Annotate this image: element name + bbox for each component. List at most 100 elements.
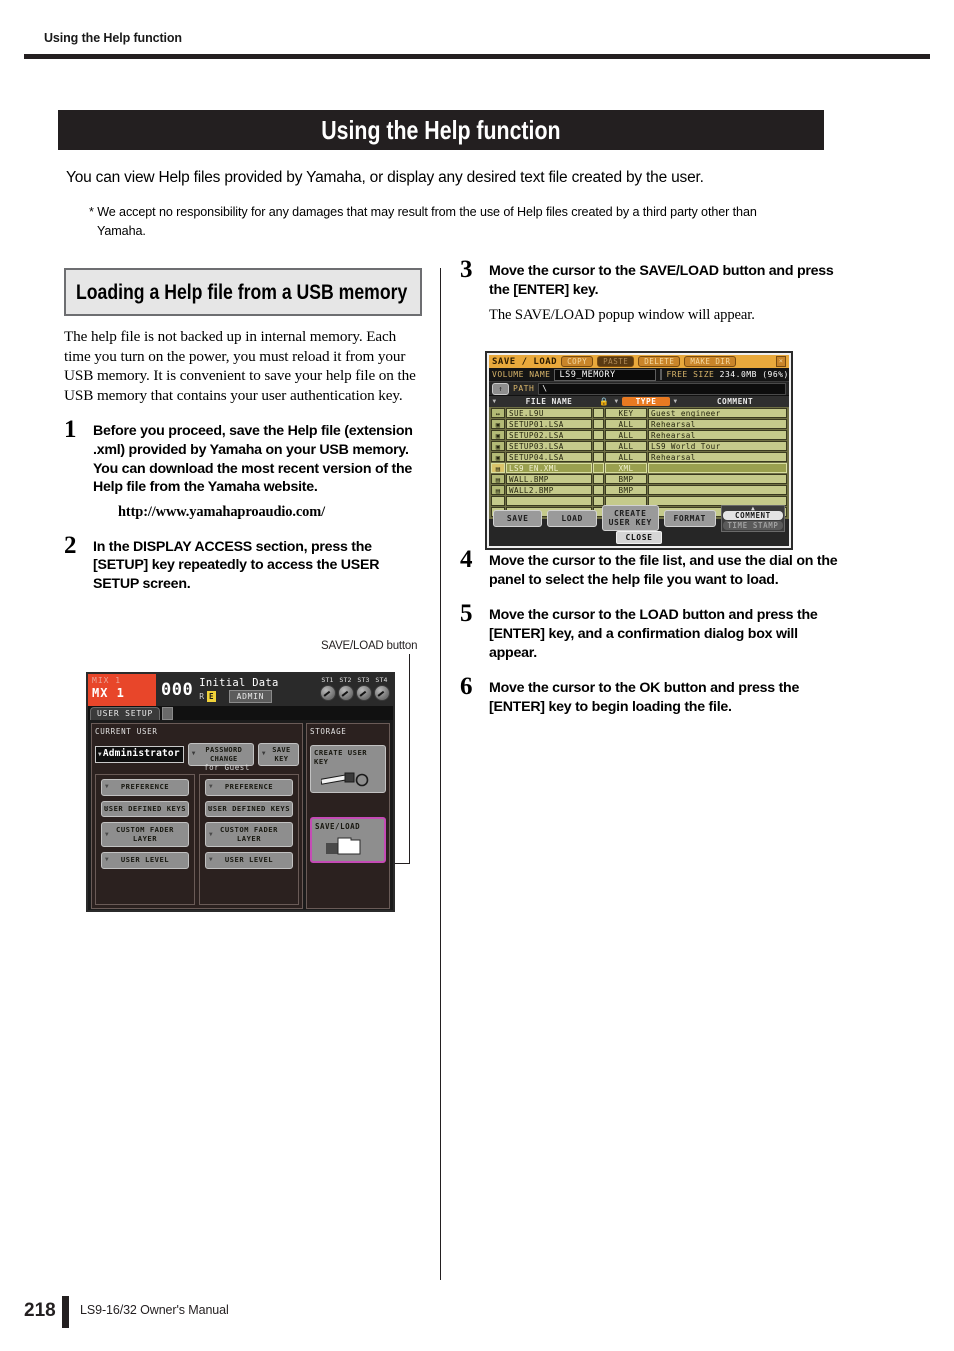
file-type: ALL [605,419,647,429]
current-user-name: Administrator [102,748,180,759]
file-lock[interactable] [593,452,604,462]
knob-st1[interactable]: ST1 [320,676,336,706]
delete-button[interactable]: DELETE [638,356,681,367]
table-row[interactable]: ▣ SETUP01.LSA ALL Rehearsal [491,419,787,429]
guest-user-defined-keys-button[interactable]: ▼ USER DEFINED KEYS [205,800,293,817]
sort-caret-icon[interactable]: ▼ [611,398,622,405]
save-key-button[interactable]: ▼ SAVE KEY [257,743,299,766]
sort-caret-icon[interactable]: ▼ [670,398,681,405]
close-icon[interactable]: × [775,356,786,367]
file-type-icon: ↔ [491,408,505,418]
button-label: CUSTOM FADER LAYER [116,825,174,843]
chevron-down-icon: ▼ [98,751,102,758]
file-comment: Guest engineer [648,408,787,418]
col-comment[interactable]: COMMENT [681,397,789,406]
chevron-up-icon: ▲ [751,504,755,512]
create-user-key-button[interactable]: CREATE USER KEY [310,745,386,793]
save-load-button[interactable]: SAVE/LOAD [310,817,386,863]
admin-custom-fader-layer-button[interactable]: ▼ CUSTOM FADER LAYER [101,822,189,847]
file-name: SUE.L9U [506,408,592,418]
scene-flags: R E ADMIN [199,690,278,703]
format-button[interactable]: FORMAT [663,509,716,527]
file-type-icon: ▣ [491,430,505,440]
table-row[interactable]: ▤ WALL.BMP BMP [491,474,787,484]
guest-preference-button[interactable]: ▼ PREFERENCE [205,779,293,796]
file-lock[interactable] [593,430,604,440]
load-button[interactable]: LOAD [547,509,597,527]
admin-user-level-button[interactable]: ▼ USER LEVEL [101,852,189,869]
lcd-tab-row: USER SETUP [88,706,393,720]
chevron-down-icon: ▼ [209,830,214,838]
table-row[interactable]: ▤ WALL2.BMP BMP [491,485,787,495]
current-user-field[interactable]: ▼Administrator [95,746,184,763]
button-label: CUSTOM FADER LAYER [220,825,278,843]
copy-button[interactable]: COPY [561,356,594,367]
callout-leader-vertical [409,654,410,864]
step-6: 6 Move the cursor to the OK button and p… [460,674,840,716]
step-5: 5 Move the cursor to the LOAD button and… [460,601,840,662]
paste-button[interactable]: PASTE [597,356,635,367]
close-button[interactable]: CLOSE [616,531,662,544]
col-type[interactable]: TYPE [622,397,670,406]
knob-st2[interactable]: ST2 [338,676,354,706]
table-row[interactable]: ▣ SETUP04.LSA ALL Rehearsal [491,452,787,462]
file-type-icon: ▣ [491,452,505,462]
file-comment [648,474,787,484]
guest-user-level-button[interactable]: ▼ USER LEVEL [205,852,293,869]
file-type-icon: ▤ [491,485,505,495]
scene-recall-flag: R [199,692,205,701]
make-dir-button[interactable]: MAKE DIR [684,356,737,367]
file-type: BMP [605,485,647,495]
section-heading-box: Loading a Help file from a USB memory [64,268,422,316]
stereo-knobs: ST1 ST2 ST3 ST4 [318,674,393,706]
table-row[interactable]: ▣ SETUP02.LSA ALL Rehearsal [491,430,787,440]
file-comment [648,485,787,495]
parent-dir-icon[interactable]: ↑ [492,382,509,395]
admin-settings-column: ▼ PREFERENCE ▼ USER DEFINED KEYS ▼ CUSTO… [95,774,195,905]
scene-area: 000 Initial Data R E ADMIN [156,674,318,706]
knob-st3[interactable]: ST3 [356,676,372,706]
admin-preference-button[interactable]: ▼ PREFERENCE [101,779,189,796]
file-comment: Rehearsal [648,452,787,462]
file-list[interactable]: ↔ SUE.L9U KEY Guest engineer ▣ SETUP01.L… [489,407,789,519]
current-user-title: CURRENT USER [95,727,158,736]
table-row-selected[interactable]: ▤ LS9_EN.XML XML [491,463,787,473]
file-lock[interactable] [593,441,604,451]
comment-option[interactable]: COMMENT [722,510,783,520]
knob-st4[interactable]: ST4 [374,676,390,706]
lock-icon[interactable]: 🔒 [598,397,611,406]
file-comment: Rehearsal [648,430,787,440]
file-name: SETUP03.LSA [506,441,592,451]
file-type-icon: ▣ [491,419,505,429]
chevron-down-icon: ▼ [191,750,196,758]
folder-icon [326,837,361,855]
save-load-popup-image: SAVE / LOAD COPY PASTE DELETE MAKE DIR ×… [485,351,793,550]
file-type-icon: ▣ [491,441,505,451]
table-row[interactable]: ▣ SETUP03.LSA ALL LS9 World Tour [491,441,787,451]
knob-dial-icon [356,685,372,701]
col-file-name[interactable]: FILE NAME [500,397,598,406]
file-lock[interactable] [593,474,604,484]
volume-name-value[interactable]: LS9_MEMORY [554,368,657,381]
volume-name-label: VOLUME NAME [492,370,551,379]
file-lock[interactable] [593,419,604,429]
step-number: 1 [64,416,77,444]
save-button[interactable]: SAVE [493,509,543,527]
file-comment: Rehearsal [648,419,787,429]
file-name [506,496,592,506]
file-type: XML [605,463,647,473]
step-text: Before you proceed, save the Help file (… [93,423,413,496]
file-lock[interactable] [593,485,604,495]
guest-settings-column: for Guest ▼ PREFERENCE ▼ USER DEFINED KE… [199,763,299,905]
file-lock[interactable] [593,463,604,473]
admin-user-defined-keys-button[interactable]: ▼ USER DEFINED KEYS [101,800,189,817]
save-load-label: SAVE/LOAD [315,822,361,831]
guest-custom-fader-layer-button[interactable]: ▼ CUSTOM FADER LAYER [205,822,293,847]
table-row[interactable]: ↔ SUE.L9U KEY Guest engineer [491,408,787,418]
knob-label: ST3 [357,676,370,684]
file-lock[interactable] [593,408,604,418]
knob-dial-icon [374,685,390,701]
sort-caret-icon[interactable]: ▼ [489,398,500,405]
tab-user-setup[interactable]: USER SETUP [90,707,161,720]
yamaha-url[interactable]: http://www.yamahaproaudio.com/ [118,504,422,521]
